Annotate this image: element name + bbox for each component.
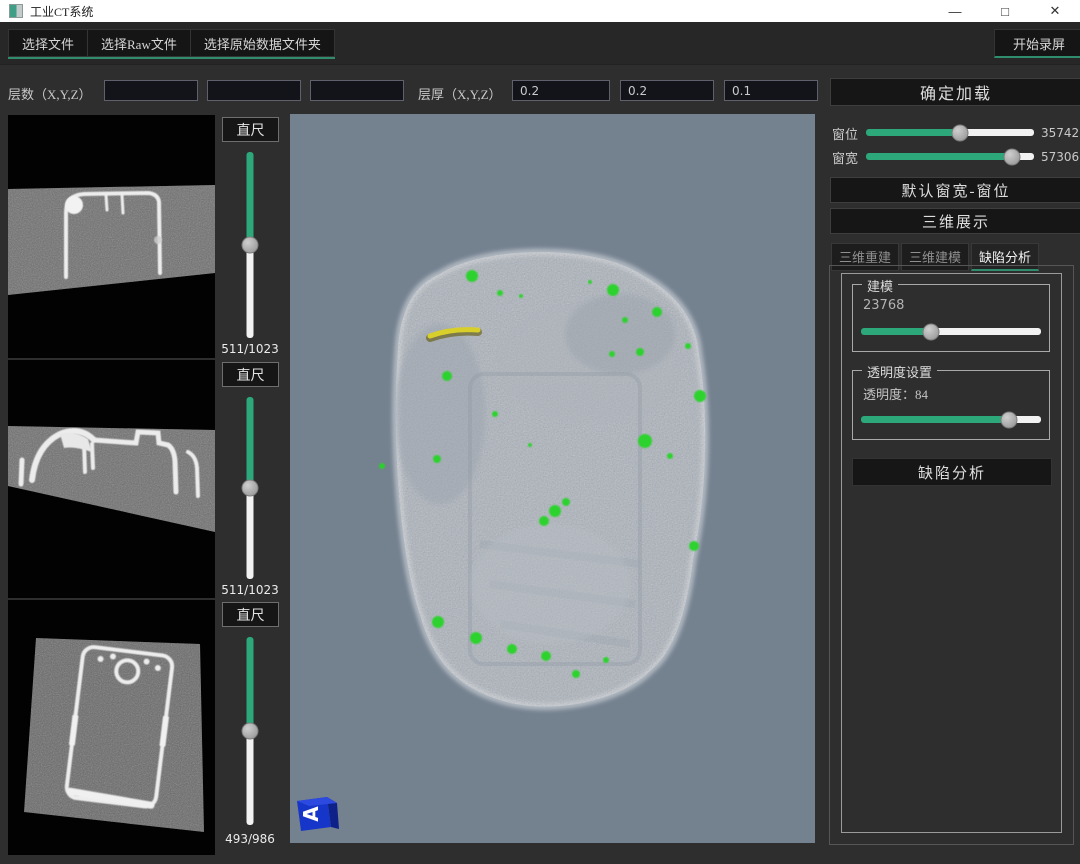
thickness-y-input[interactable] [620, 80, 714, 101]
modeling-group: 建模 23768 [852, 284, 1050, 352]
slice-slider-value-2: 511/1023 [218, 583, 282, 597]
title-bar: 工业CT系统 — □ ✕ [0, 0, 1080, 22]
transparency-group-title: 透明度设置 [862, 362, 937, 381]
ruler-button-2[interactable]: 直尺 [222, 362, 279, 387]
slice-slider-value-1: 511/1023 [218, 342, 282, 356]
ct-slice-image-2 [8, 360, 215, 598]
layers-y-input[interactable] [207, 80, 301, 101]
window-width-value: 57306 [1041, 150, 1079, 164]
modeling-slider[interactable] [861, 323, 1041, 340]
ct-slice-image-3 [8, 600, 215, 855]
window-title: 工业CT系统 [30, 3, 93, 20]
select-raw-file-button[interactable]: 选择Raw文件 [87, 29, 190, 57]
transparency-group: 透明度设置 透明度：84 [852, 370, 1050, 440]
app-icon [9, 4, 23, 18]
maximize-icon[interactable]: □ [980, 0, 1030, 22]
modeling-group-title: 建模 [862, 276, 898, 295]
ct-slice-view-3[interactable] [8, 600, 215, 855]
ct-slice-image-1 [8, 115, 215, 358]
tab-content-inner-frame [841, 273, 1062, 833]
modeling-value: 23768 [863, 298, 904, 313]
ruler-button-1[interactable]: 直尺 [222, 117, 279, 142]
main-toolbar: 选择文件 选择Raw文件 选择原始数据文件夹 开始录屏 [0, 22, 1080, 65]
slice-slider-handle-1[interactable] [242, 237, 259, 254]
display-3d-button[interactable]: 三维展示 [830, 208, 1080, 234]
select-file-button[interactable]: 选择文件 [8, 29, 87, 57]
close-icon[interactable]: ✕ [1030, 0, 1080, 22]
industrial-ct-app: { "window": { "title": "工业CT系统", "minimi… [0, 0, 1080, 864]
window-level-track[interactable] [866, 129, 1034, 136]
layers-label: 层数（X,Y,Z） [8, 84, 92, 103]
modeling-slider-track[interactable] [861, 328, 1041, 335]
layers-z-input[interactable] [310, 80, 404, 101]
window-level-value: 35742 [1041, 126, 1079, 140]
modeling-slider-handle[interactable] [923, 323, 940, 340]
minimize-icon[interactable]: — [930, 0, 980, 22]
thickness-x-input[interactable] [512, 80, 610, 101]
window-width-label: 窗宽 [832, 148, 858, 167]
defect-analysis-button[interactable]: 缺陷分析 [852, 458, 1052, 486]
slice-slider-handle-2[interactable] [242, 480, 259, 497]
thickness-z-input[interactable] [724, 80, 818, 101]
window-level-slider[interactable] [866, 124, 1034, 141]
thickness-label: 层厚（X,Y,Z） [418, 84, 502, 103]
select-raw-folder-button[interactable]: 选择原始数据文件夹 [190, 29, 335, 57]
orientation-cube-label: A [299, 806, 323, 822]
viewport-3d[interactable]: A [290, 114, 815, 843]
window-controls: — □ ✕ [930, 0, 1080, 22]
transparency-slider-handle[interactable] [1000, 411, 1017, 428]
layers-x-input[interactable] [104, 80, 198, 101]
transparency-value: 透明度：84 [863, 384, 928, 403]
slice-slider-column-1: 直尺 511/1023 [218, 115, 282, 358]
slice-slider-handle-3[interactable] [242, 723, 259, 740]
orientation-cube[interactable]: A [297, 797, 339, 831]
default-wl-button[interactable]: 默认窗宽-窗位 [830, 177, 1080, 203]
ruler-button-3[interactable]: 直尺 [222, 602, 279, 627]
window-width-slider[interactable] [866, 148, 1034, 165]
slice-slider-column-2: 直尺 511/1023 [218, 360, 282, 598]
ct-slice-view-2[interactable] [8, 360, 215, 598]
confirm-load-button[interactable]: 确定加载 [830, 78, 1080, 106]
window-width-handle[interactable] [1004, 148, 1021, 165]
start-record-button[interactable]: 开始录屏 [994, 29, 1080, 58]
window-level-handle[interactable] [952, 124, 969, 141]
slice-slider-value-3: 493/986 [218, 832, 282, 846]
volume-render: A [290, 114, 815, 843]
ct-slice-view-1[interactable] [8, 115, 215, 358]
slice-slider-column-3: 直尺 493/986 [218, 600, 282, 855]
transparency-slider[interactable] [861, 411, 1041, 428]
window-level-label: 窗位 [832, 124, 858, 143]
file-button-group: 选择文件 选择Raw文件 选择原始数据文件夹 [8, 29, 335, 59]
